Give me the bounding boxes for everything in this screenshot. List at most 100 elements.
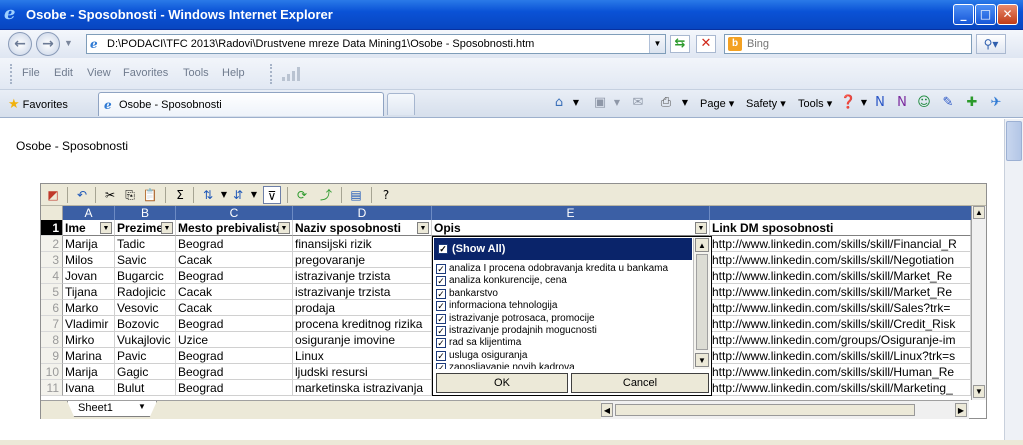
autofilter-dropdown-button[interactable]: ▼ <box>417 222 429 234</box>
favorites-button[interactable]: ★ Favorites <box>8 96 68 112</box>
mail-icon[interactable]: ✉ <box>630 95 646 111</box>
cell-mesto[interactable]: Beograd <box>176 268 293 284</box>
tools-menu[interactable]: Tools ▾ <box>798 97 832 110</box>
addon-icon[interactable]: ✚ <box>964 95 980 111</box>
scroll-down-icon[interactable]: ▼ <box>973 385 985 398</box>
filter-item[interactable]: ✓ zaposljavanje novih kadrova <box>436 362 575 369</box>
search-input[interactable] <box>747 37 967 51</box>
cell-prezime[interactable]: Pavic <box>115 348 176 364</box>
row-header[interactable]: 2 <box>41 236 63 252</box>
cell-link[interactable]: http://www.linkedin.com/skills/skill/Sal… <box>710 300 971 316</box>
cell-link[interactable]: http://www.linkedin.com/skills/skill/Lin… <box>710 348 971 364</box>
cell-mesto[interactable]: Cacak <box>176 300 293 316</box>
menu-favorites[interactable]: Favorites <box>123 67 168 79</box>
cell-prezime[interactable]: Vukajlovic <box>115 332 176 348</box>
menu-help[interactable]: Help <box>222 67 245 79</box>
cell-naziv[interactable]: Linux <box>293 348 432 364</box>
cell-naziv[interactable]: istrazivanje trzista <box>293 268 432 284</box>
scroll-right-icon[interactable]: ▶ <box>955 403 967 417</box>
row-header[interactable]: 11 <box>41 380 63 396</box>
filter-item[interactable]: ✓ informaciona tehnologija <box>436 300 557 312</box>
column-header-a[interactable]: A <box>63 206 115 220</box>
cell-mesto[interactable]: Beograd <box>176 236 293 252</box>
filter-item[interactable]: ✓ analiza konkurencije, cena <box>436 275 567 287</box>
scroll-thumb[interactable] <box>696 254 708 350</box>
cell-prezime[interactable]: Bozovic <box>115 316 176 332</box>
cell-link[interactable]: http://www.linkedin.com/skills/skill/Mar… <box>710 268 971 284</box>
cell-ime[interactable]: Tijana <box>63 284 115 300</box>
messenger-icon[interactable]: ☺ <box>916 95 932 111</box>
cell-mesto[interactable]: Uzice <box>176 332 293 348</box>
autofilter-dropdown-button[interactable]: ▼ <box>695 222 707 234</box>
cell-prezime[interactable]: Vesovic <box>115 300 176 316</box>
cell-naziv[interactable]: ljudski resursi <box>293 364 432 380</box>
autofilter-dropdown-button[interactable]: ▼ <box>278 222 290 234</box>
help-icon[interactable]: ? <box>377 186 395 204</box>
page-vertical-scrollbar[interactable] <box>1004 119 1023 440</box>
commands-options-icon[interactable]: ▤ <box>347 186 365 204</box>
cell-prezime[interactable]: Gagic <box>115 364 176 380</box>
cell-prezime[interactable]: Radojicic <box>115 284 176 300</box>
filter-item[interactable]: ✓ rad sa klijentima <box>436 337 521 349</box>
checkbox-icon[interactable]: ✓ <box>436 338 446 349</box>
sheet-vertical-scrollbar[interactable]: ▲ ▼ <box>971 206 986 400</box>
back-button[interactable]: ← <box>8 32 32 56</box>
chevron-down-icon[interactable]: ▼ <box>138 402 146 411</box>
row-header[interactable]: 5 <box>41 284 63 300</box>
checkbox-icon[interactable]: ✓ <box>436 313 446 324</box>
cancel-button[interactable]: Cancel <box>571 373 709 393</box>
scroll-down-icon[interactable]: ▼ <box>695 353 709 367</box>
cell-naziv[interactable]: prodaja <box>293 300 432 316</box>
close-button[interactable]: ✕ <box>997 4 1018 25</box>
column-header-b[interactable]: B <box>115 206 176 220</box>
cell-mesto[interactable]: Cacak <box>176 252 293 268</box>
filter-scrollbar[interactable]: ▲ ▼ <box>693 238 710 369</box>
cell-ime[interactable]: Marija <box>63 364 115 380</box>
menu-edit[interactable]: Edit <box>54 67 73 79</box>
cell-link[interactable]: http://www.linkedin.com/skills/skill/Mar… <box>710 284 971 300</box>
search-box[interactable]: b <box>724 34 972 54</box>
scroll-up-icon[interactable]: ▲ <box>695 238 709 252</box>
cell-ime[interactable]: Marko <box>63 300 115 316</box>
cell-mesto[interactable]: Beograd <box>176 316 293 332</box>
row-header[interactable]: 3 <box>41 252 63 268</box>
chevron-down-icon[interactable]: ▼ <box>568 95 584 111</box>
undo-icon[interactable]: ↶ <box>73 186 91 204</box>
cell-ime[interactable]: Mirko <box>63 332 115 348</box>
cell-prezime[interactable]: Tadic <box>115 236 176 252</box>
filter-item[interactable]: ✓ bankarstvo <box>436 288 498 300</box>
cell-prezime[interactable]: Savic <box>115 252 176 268</box>
scroll-thumb[interactable] <box>1006 121 1022 161</box>
column-header-d[interactable]: D <box>293 206 432 220</box>
header-cell[interactable]: Link DM sposobnosti▼ <box>710 220 971 236</box>
url-dropdown-button[interactable]: ▼ <box>649 35 665 53</box>
checkbox-icon[interactable]: ✓ <box>438 244 448 254</box>
research-icon[interactable]: ✎ <box>940 95 956 111</box>
filter-item[interactable]: ✓ usluga osiguranja <box>436 350 527 362</box>
chevron-down-icon[interactable]: ▼ <box>609 95 625 111</box>
minimize-button[interactable]: _ <box>953 4 974 25</box>
header-cell[interactable]: Opis ▼ <box>432 220 710 236</box>
scroll-thumb[interactable] <box>615 404 915 416</box>
help-icon[interactable]: ❓ <box>840 95 856 111</box>
cell-ime[interactable]: Vladimir <box>63 316 115 332</box>
checkbox-icon[interactable]: ✓ <box>436 326 446 336</box>
autosum-icon[interactable]: Σ <box>171 186 189 204</box>
sheet-tab[interactable]: Sheet1 ▼ <box>67 401 157 417</box>
row-header[interactable]: 9 <box>41 348 63 364</box>
cell-ime[interactable]: Marija <box>63 236 115 252</box>
header-cell[interactable]: Prezime ▼ <box>115 220 176 236</box>
cell-naziv[interactable]: istrazivanje trzista <box>293 284 432 300</box>
checkbox-icon[interactable]: ✓ <box>436 350 446 361</box>
menu-file[interactable]: File <box>22 67 40 79</box>
ok-button[interactable]: OK <box>436 373 568 393</box>
cell-ime[interactable]: Milos <box>63 252 115 268</box>
paste-icon[interactable]: 📋 <box>141 186 159 204</box>
tab-osobe-sposobnosti[interactable]: e Osobe - Sposobnosti <box>98 92 384 116</box>
safety-menu[interactable]: Safety ▾ <box>746 97 786 110</box>
maximize-button[interactable]: □ <box>975 4 996 25</box>
cell-link[interactable]: http://www.linkedin.com/skills/skill/Neg… <box>710 252 971 268</box>
header-cell[interactable]: Naziv sposobnosti ▼ <box>293 220 432 236</box>
scroll-up-icon[interactable]: ▲ <box>973 206 985 219</box>
cell-prezime[interactable]: Bulut <box>115 380 176 396</box>
